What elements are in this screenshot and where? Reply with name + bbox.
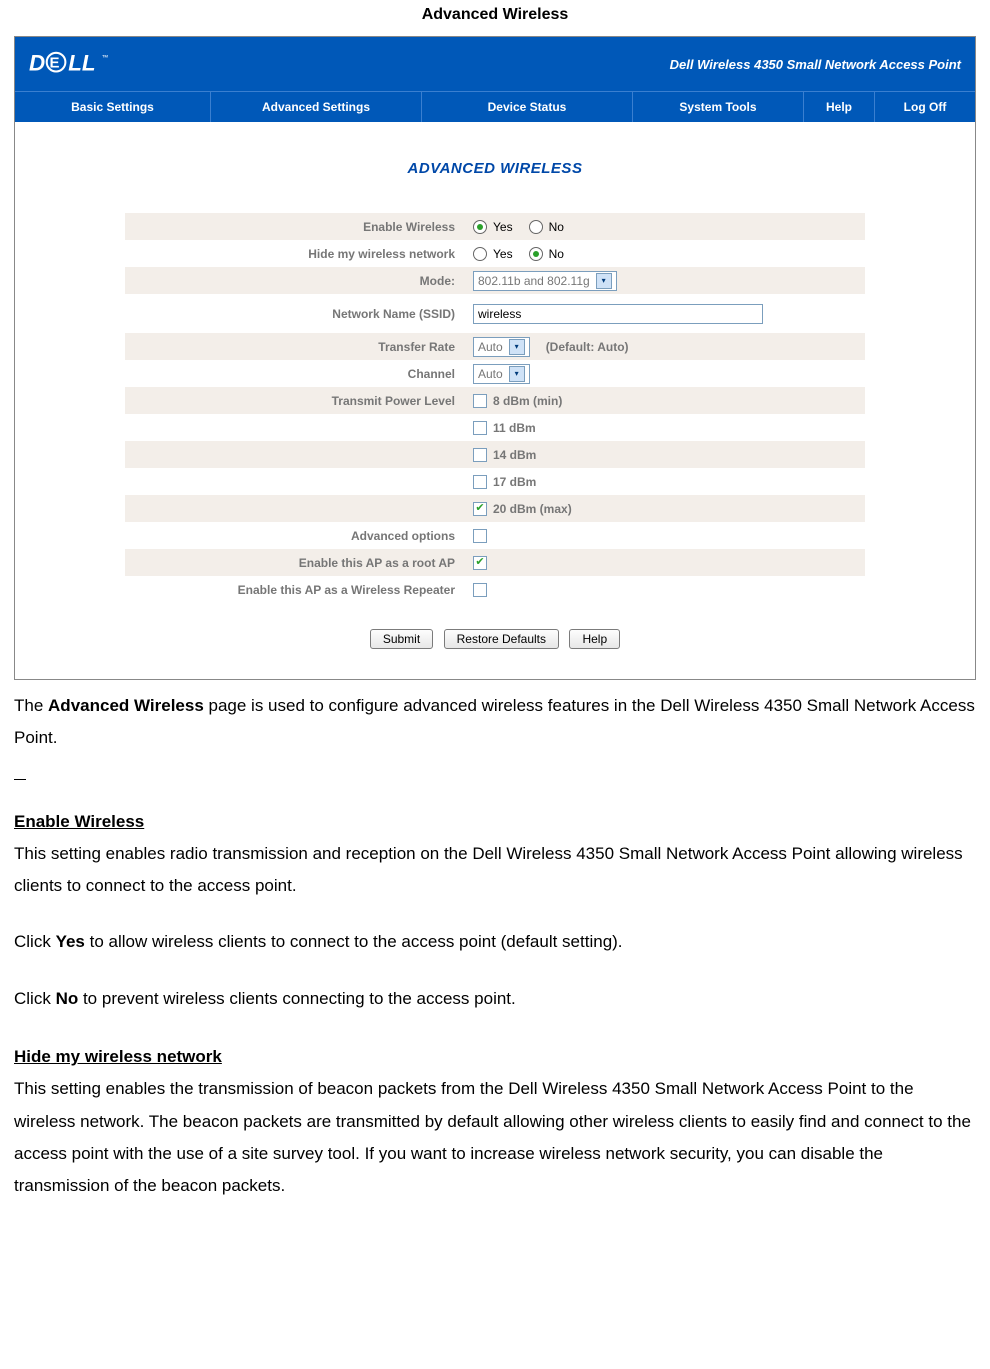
checkbox-tx-11dbm[interactable]	[473, 421, 487, 435]
label-hide-network: Hide my wireless network	[125, 247, 473, 261]
radio-enable-wireless-yes[interactable]	[473, 220, 487, 234]
tx-power-opt: 11 dBm	[493, 421, 536, 435]
router-screenshot: D E LL ™ Dell Wireless 4350 Small Networ…	[14, 36, 976, 680]
transfer-rate-hint: (Default: Auto)	[546, 340, 629, 354]
section-heading-hide-network: Hide my wireless network	[14, 1041, 976, 1073]
product-name: Dell Wireless 4350 Small Network Access …	[670, 57, 961, 72]
label-root-ap: Enable this AP as a root AP	[125, 556, 473, 570]
intro-paragraph: The Advanced Wireless page is used to co…	[14, 690, 976, 755]
dell-logo: D E LL ™	[29, 50, 160, 78]
label-tx-power: Transmit Power Level	[125, 394, 473, 408]
checkbox-tx-20dbm[interactable]: ✔	[473, 502, 487, 516]
checkbox-wireless-repeater[interactable]	[473, 583, 487, 597]
radio-hide-network-yes[interactable]	[473, 247, 487, 261]
nav-device-status[interactable]: Device Status	[422, 92, 633, 122]
chevron-down-icon: ▾	[509, 339, 525, 355]
submit-button[interactable]: Submit	[370, 629, 433, 649]
nav-advanced-settings[interactable]: Advanced Settings	[211, 92, 422, 122]
svg-text:LL: LL	[68, 51, 95, 76]
chevron-down-icon: ▾	[509, 366, 525, 382]
svg-text:D: D	[29, 51, 45, 76]
paragraph: Click Yes to allow wireless clients to c…	[14, 926, 976, 958]
input-ssid[interactable]	[473, 304, 763, 324]
select-channel[interactable]: Auto ▾	[473, 364, 530, 384]
page-title: Advanced Wireless	[0, 6, 990, 24]
help-button[interactable]: Help	[569, 629, 620, 649]
chevron-down-icon: ▾	[596, 273, 612, 289]
tx-power-opt: 17 dBm	[493, 475, 536, 489]
paragraph: Click No to prevent wireless clients con…	[14, 983, 976, 1015]
select-transfer-rate[interactable]: Auto ▾	[473, 337, 530, 357]
checkbox-tx-14dbm[interactable]	[473, 448, 487, 462]
checkbox-tx-17dbm[interactable]	[473, 475, 487, 489]
radio-label-no: No	[549, 247, 564, 261]
radio-label-yes: Yes	[493, 247, 513, 261]
select-rate-value: Auto	[478, 340, 503, 354]
radio-enable-wireless-no[interactable]	[529, 220, 543, 234]
label-transfer-rate: Transfer Rate	[125, 340, 473, 354]
label-mode: Mode:	[125, 274, 473, 288]
select-mode[interactable]: 802.11b and 802.11g ▾	[473, 271, 617, 291]
paragraph: This setting enables the transmission of…	[14, 1073, 976, 1202]
checkbox-advanced-options[interactable]	[473, 529, 487, 543]
restore-defaults-button[interactable]: Restore Defaults	[444, 629, 559, 649]
tx-power-opt: 8 dBm (min)	[493, 394, 562, 408]
paragraph: This setting enables radio transmission …	[14, 838, 976, 903]
nav-basic-settings[interactable]: Basic Settings	[15, 92, 211, 122]
divider	[14, 779, 26, 780]
label-channel: Channel	[125, 367, 473, 381]
router-nav: Basic Settings Advanced Settings Device …	[15, 91, 975, 122]
advanced-wireless-form: Enable Wireless Yes No Hide my wireless …	[125, 213, 865, 649]
nav-log-off[interactable]: Log Off	[875, 92, 975, 122]
select-mode-value: 802.11b and 802.11g	[478, 274, 590, 288]
nav-system-tools[interactable]: System Tools	[633, 92, 804, 122]
router-header: D E LL ™ Dell Wireless 4350 Small Networ…	[15, 37, 975, 91]
section-heading-enable-wireless: Enable Wireless	[14, 806, 976, 838]
checkbox-tx-8dbm[interactable]	[473, 394, 487, 408]
nav-help[interactable]: Help	[804, 92, 875, 122]
tx-power-opt: 14 dBm	[493, 448, 536, 462]
svg-text:E: E	[50, 55, 60, 72]
label-ssid: Network Name (SSID)	[125, 307, 473, 321]
label-wireless-repeater: Enable this AP as a Wireless Repeater	[125, 583, 473, 597]
radio-label-no: No	[549, 220, 564, 234]
radio-label-yes: Yes	[493, 220, 513, 234]
svg-text:™: ™	[102, 54, 109, 61]
select-channel-value: Auto	[478, 367, 503, 381]
checkbox-root-ap[interactable]: ✔	[473, 556, 487, 570]
radio-hide-network-no[interactable]	[529, 247, 543, 261]
section-title: ADVANCED WIRELESS	[35, 160, 955, 177]
label-advanced-options: Advanced options	[125, 529, 473, 543]
document-body: The Advanced Wireless page is used to co…	[0, 680, 990, 1233]
tx-power-opt: 20 dBm (max)	[493, 502, 572, 516]
label-enable-wireless: Enable Wireless	[125, 220, 473, 234]
